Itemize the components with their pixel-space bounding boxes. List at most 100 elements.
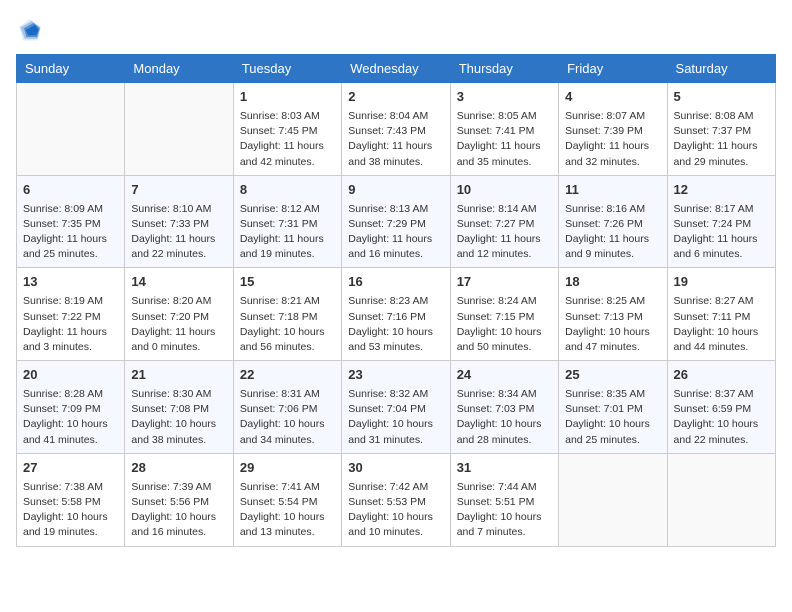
day-number: 30	[348, 459, 443, 478]
calendar-day-cell: 10 Sunrise: 8:14 AM Sunset: 7:27 PM Dayli…	[450, 175, 558, 268]
day-number: 19	[674, 273, 769, 292]
calendar-day-cell	[125, 83, 233, 176]
day-number: 10	[457, 181, 552, 200]
day-number: 27	[23, 459, 118, 478]
calendar-day-cell: 5 Sunrise: 8:08 AM Sunset: 7:37 PM Daylig…	[667, 83, 775, 176]
calendar-day-cell: 8 Sunrise: 8:12 AM Sunset: 7:31 PM Daylig…	[233, 175, 341, 268]
calendar-day-cell	[667, 453, 775, 546]
day-number: 26	[674, 366, 769, 385]
calendar-day-cell: 26 Sunrise: 8:37 AM Sunset: 6:59 PM Dayli…	[667, 361, 775, 454]
day-info: Sunrise: 8:28 AM Sunset: 7:09 PM Dayligh…	[23, 387, 118, 448]
day-number: 21	[131, 366, 226, 385]
day-number: 3	[457, 88, 552, 107]
day-number: 8	[240, 181, 335, 200]
day-number: 7	[131, 181, 226, 200]
calendar-day-cell: 22Sunrise: 8:31 AM Sunset: 7:06 PM Dayli…	[233, 361, 341, 454]
calendar-day-cell: 9 Sunrise: 8:13 AM Sunset: 7:29 PM Daylig…	[342, 175, 450, 268]
day-info: Sunrise: 8:23 AM Sunset: 7:16 PM Dayligh…	[348, 294, 443, 355]
day-number: 11	[565, 181, 660, 200]
day-number: 13	[23, 273, 118, 292]
day-number: 23	[348, 366, 443, 385]
day-number: 31	[457, 459, 552, 478]
day-info: Sunrise: 8:20 AM Sunset: 7:20 PM Dayligh…	[131, 294, 226, 355]
calendar-day-cell	[17, 83, 125, 176]
calendar-week-row: 27 Sunrise: 7:38 AM Sunset: 5:58 PM Dayli…	[17, 453, 776, 546]
day-number: 6	[23, 181, 118, 200]
day-info: Sunrise: 7:44 AM Sunset: 5:51 PM Dayligh…	[457, 480, 552, 541]
day-number: 16	[348, 273, 443, 292]
calendar-day-cell: 25 Sunrise: 8:35 AM Sunset: 7:01 PM Dayli…	[559, 361, 667, 454]
weekday-header-cell: Thursday	[450, 55, 558, 83]
calendar-day-cell: 13 Sunrise: 8:19 AM Sunset: 7:22 PM Dayli…	[17, 268, 125, 361]
weekday-header-cell: Monday	[125, 55, 233, 83]
calendar-day-cell: 7 Sunrise: 8:10 AM Sunset: 7:33 PM Daylig…	[125, 175, 233, 268]
logo-icon	[16, 16, 44, 44]
calendar-day-cell: 1 Sunrise: 8:03 AM Sunset: 7:45 PM Daylig…	[233, 83, 341, 176]
day-number: 9	[348, 181, 443, 200]
day-info: Sunrise: 8:21 AM Sunset: 7:18 PM Dayligh…	[240, 294, 335, 355]
calendar-day-cell: 6Sunrise: 8:09 AM Sunset: 7:35 PM Daylig…	[17, 175, 125, 268]
day-info: Sunrise: 8:14 AM Sunset: 7:27 PM Dayligh…	[457, 202, 552, 263]
calendar-day-cell	[559, 453, 667, 546]
calendar-day-cell: 11 Sunrise: 8:16 AM Sunset: 7:26 PM Dayli…	[559, 175, 667, 268]
day-info: Sunrise: 8:37 AM Sunset: 6:59 PM Dayligh…	[674, 387, 769, 448]
day-info: Sunrise: 8:13 AM Sunset: 7:29 PM Dayligh…	[348, 202, 443, 263]
day-number: 17	[457, 273, 552, 292]
day-info: Sunrise: 8:25 AM Sunset: 7:13 PM Dayligh…	[565, 294, 660, 355]
day-info: Sunrise: 8:16 AM Sunset: 7:26 PM Dayligh…	[565, 202, 660, 263]
calendar-day-cell: 19Sunrise: 8:27 AM Sunset: 7:11 PM Dayli…	[667, 268, 775, 361]
calendar-week-row: 6Sunrise: 8:09 AM Sunset: 7:35 PM Daylig…	[17, 175, 776, 268]
calendar-day-cell: 4 Sunrise: 8:07 AM Sunset: 7:39 PM Daylig…	[559, 83, 667, 176]
page-header	[16, 16, 776, 44]
day-number: 25	[565, 366, 660, 385]
calendar-day-cell: 18 Sunrise: 8:25 AM Sunset: 7:13 PM Dayli…	[559, 268, 667, 361]
day-info: Sunrise: 8:19 AM Sunset: 7:22 PM Dayligh…	[23, 294, 118, 355]
day-number: 15	[240, 273, 335, 292]
calendar-day-cell: 17Sunrise: 8:24 AM Sunset: 7:15 PM Dayli…	[450, 268, 558, 361]
day-number: 28	[131, 459, 226, 478]
day-info: Sunrise: 8:03 AM Sunset: 7:45 PM Dayligh…	[240, 109, 335, 170]
calendar-day-cell: 23 Sunrise: 8:32 AM Sunset: 7:04 PM Dayli…	[342, 361, 450, 454]
calendar-body: 1 Sunrise: 8:03 AM Sunset: 7:45 PM Daylig…	[17, 83, 776, 547]
day-info: Sunrise: 8:08 AM Sunset: 7:37 PM Dayligh…	[674, 109, 769, 170]
weekday-header-cell: Sunday	[17, 55, 125, 83]
weekday-header-cell: Friday	[559, 55, 667, 83]
day-number: 12	[674, 181, 769, 200]
day-info: Sunrise: 8:10 AM Sunset: 7:33 PM Dayligh…	[131, 202, 226, 263]
day-number: 18	[565, 273, 660, 292]
calendar-day-cell: 15 Sunrise: 8:21 AM Sunset: 7:18 PM Dayli…	[233, 268, 341, 361]
day-info: Sunrise: 8:34 AM Sunset: 7:03 PM Dayligh…	[457, 387, 552, 448]
day-info: Sunrise: 7:39 AM Sunset: 5:56 PM Dayligh…	[131, 480, 226, 541]
calendar-table: SundayMondayTuesdayWednesdayThursdayFrid…	[16, 54, 776, 547]
calendar-day-cell: 16 Sunrise: 8:23 AM Sunset: 7:16 PM Dayli…	[342, 268, 450, 361]
calendar-day-cell: 30Sunrise: 7:42 AM Sunset: 5:53 PM Dayli…	[342, 453, 450, 546]
weekday-header-cell: Wednesday	[342, 55, 450, 83]
calendar-day-cell: 31 Sunrise: 7:44 AM Sunset: 5:51 PM Dayli…	[450, 453, 558, 546]
weekday-header-row: SundayMondayTuesdayWednesdayThursdayFrid…	[17, 55, 776, 83]
day-info: Sunrise: 7:38 AM Sunset: 5:58 PM Dayligh…	[23, 480, 118, 541]
day-info: Sunrise: 8:35 AM Sunset: 7:01 PM Dayligh…	[565, 387, 660, 448]
day-info: Sunrise: 8:04 AM Sunset: 7:43 PM Dayligh…	[348, 109, 443, 170]
day-info: Sunrise: 8:07 AM Sunset: 7:39 PM Dayligh…	[565, 109, 660, 170]
weekday-header-cell: Saturday	[667, 55, 775, 83]
weekday-header-cell: Tuesday	[233, 55, 341, 83]
day-info: Sunrise: 8:32 AM Sunset: 7:04 PM Dayligh…	[348, 387, 443, 448]
logo	[16, 16, 48, 44]
calendar-week-row: 1 Sunrise: 8:03 AM Sunset: 7:45 PM Daylig…	[17, 83, 776, 176]
day-number: 4	[565, 88, 660, 107]
day-number: 20	[23, 366, 118, 385]
day-info: Sunrise: 8:05 AM Sunset: 7:41 PM Dayligh…	[457, 109, 552, 170]
calendar-day-cell: 28 Sunrise: 7:39 AM Sunset: 5:56 PM Dayli…	[125, 453, 233, 546]
calendar-day-cell: 14Sunrise: 8:20 AM Sunset: 7:20 PM Dayli…	[125, 268, 233, 361]
day-number: 29	[240, 459, 335, 478]
day-number: 2	[348, 88, 443, 107]
day-number: 5	[674, 88, 769, 107]
day-info: Sunrise: 8:31 AM Sunset: 7:06 PM Dayligh…	[240, 387, 335, 448]
calendar-day-cell: 12Sunrise: 8:17 AM Sunset: 7:24 PM Dayli…	[667, 175, 775, 268]
day-info: Sunrise: 7:41 AM Sunset: 5:54 PM Dayligh…	[240, 480, 335, 541]
calendar-day-cell: 3 Sunrise: 8:05 AM Sunset: 7:41 PM Daylig…	[450, 83, 558, 176]
day-info: Sunrise: 8:30 AM Sunset: 7:08 PM Dayligh…	[131, 387, 226, 448]
day-number: 1	[240, 88, 335, 107]
calendar-week-row: 13 Sunrise: 8:19 AM Sunset: 7:22 PM Dayli…	[17, 268, 776, 361]
day-info: Sunrise: 8:12 AM Sunset: 7:31 PM Dayligh…	[240, 202, 335, 263]
